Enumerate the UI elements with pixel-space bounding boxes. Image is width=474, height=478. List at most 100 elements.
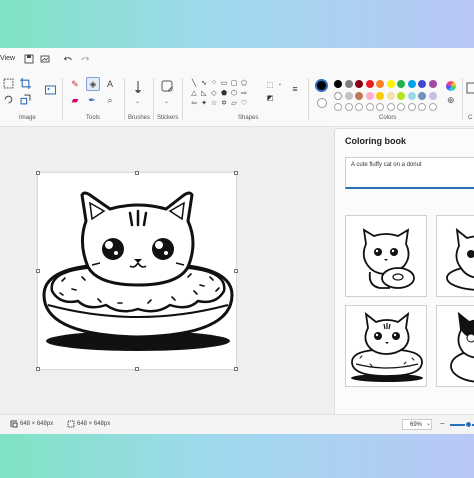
prompt-input[interactable]: A cute fluffy cat on a donut [345, 157, 474, 189]
coloring-result-2[interactable] [436, 215, 474, 297]
custom-color-slot[interactable] [386, 103, 395, 111]
diamond-shape-icon[interactable]: ◇ [210, 89, 218, 97]
palette-swatch[interactable] [428, 92, 437, 100]
color-wheel-icon[interactable] [446, 81, 456, 91]
rotate-icon[interactable] [3, 94, 14, 105]
palette-swatch[interactable] [407, 92, 416, 100]
palette-swatch[interactable] [376, 92, 384, 100]
custom-color-slot[interactable] [397, 103, 405, 111]
stroke-size-icon[interactable]: ≡ [291, 84, 299, 94]
rounded-rectangle-shape-icon[interactable]: ▢ [230, 79, 238, 87]
zoom-dropdown[interactable]: 69% ⌄ [402, 419, 432, 430]
palette-swatch[interactable] [334, 92, 342, 100]
group-label-colors: Colors [379, 115, 397, 121]
custom-color-slot[interactable] [344, 103, 353, 111]
coloring-result-4[interactable] [436, 305, 474, 387]
palette-swatch[interactable] [407, 80, 416, 88]
palette-swatch[interactable] [418, 80, 426, 88]
custom-color-slot[interactable] [365, 103, 374, 111]
star-shape-icon[interactable]: ☆ [210, 99, 218, 107]
palette-swatch[interactable] [355, 80, 363, 88]
six-point-star-shape-icon[interactable]: ✡ [220, 99, 228, 107]
custom-color-slot[interactable] [428, 103, 437, 111]
edit-colors-icon[interactable]: ⊕ [447, 95, 455, 106]
left-arrow-shape-icon[interactable]: ⇦ [190, 99, 198, 107]
eraser-icon[interactable]: ▰ [69, 94, 81, 106]
palette-swatch[interactable] [365, 92, 374, 100]
stickers-chevron-icon[interactable]: ⌄ [164, 98, 169, 105]
palette-swatch[interactable] [376, 80, 384, 88]
palette-swatch[interactable] [397, 92, 405, 100]
color-picker-icon[interactable]: ✒ [86, 94, 98, 106]
custom-color-slot[interactable] [376, 103, 384, 111]
canvas-resize-handle[interactable] [36, 269, 40, 273]
primary-color-swatch[interactable] [315, 79, 328, 92]
palette-swatch[interactable] [344, 92, 353, 100]
undo-icon[interactable] [63, 54, 73, 64]
right-triangle-shape-icon[interactable]: ◺ [200, 89, 208, 97]
zoom-out-icon[interactable]: − [440, 419, 445, 428]
canvas-resize-handle[interactable] [135, 171, 139, 175]
palette-swatch[interactable] [428, 80, 437, 88]
fill-bucket-icon[interactable]: ◈ [86, 77, 100, 91]
canvas-resize-handle[interactable] [135, 367, 139, 371]
palette-swatch[interactable] [344, 80, 353, 88]
magnifier-icon[interactable]: ⌕ [104, 94, 116, 106]
canvas-resize-handle[interactable] [234, 367, 238, 371]
custom-color-slot[interactable] [334, 103, 342, 111]
palette-swatch[interactable] [397, 80, 405, 88]
palette-swatch[interactable] [355, 92, 363, 100]
palette-swatch[interactable] [334, 80, 342, 88]
canvas-resize-handle[interactable] [234, 269, 238, 273]
polygon-shape-icon[interactable]: ⬠ [240, 79, 248, 87]
custom-color-slot[interactable] [355, 103, 363, 111]
cat-donut-thumbnail [446, 227, 474, 291]
shape-outline-icon[interactable]: ⬚ [266, 81, 274, 89]
coloring-result-3[interactable] [345, 305, 427, 387]
oval-shape-icon[interactable]: ○ [210, 79, 218, 86]
brushes-chevron-icon[interactable]: ⌄ [135, 98, 140, 105]
redo-icon[interactable] [80, 54, 90, 64]
crop-icon[interactable] [20, 78, 31, 89]
callout-shape-icon[interactable]: ▱ [230, 99, 238, 107]
palette-swatch[interactable] [365, 80, 374, 88]
canvas-resize-handle[interactable] [36, 367, 40, 371]
layers-icon[interactable] [466, 82, 474, 96]
ribbon: Image ✎ ◈ A ▰ ✒ ⌕ Tools ⌄ Brushes ⌄ Stic… [0, 72, 474, 127]
image-properties-icon[interactable] [40, 54, 50, 64]
heart-shape-icon[interactable]: ♡ [240, 99, 248, 107]
canvas-resize-handle[interactable] [36, 171, 40, 175]
secondary-color-swatch[interactable] [317, 98, 327, 108]
coloring-result-1[interactable] [345, 215, 427, 297]
custom-color-slot[interactable] [418, 103, 426, 111]
custom-color-slot[interactable] [407, 103, 416, 111]
line-shape-icon[interactable]: ╲ [190, 79, 198, 87]
drawing-canvas[interactable] [38, 173, 236, 369]
right-arrow-shape-icon[interactable]: ⇨ [240, 89, 248, 97]
text-tool-icon[interactable]: A [104, 78, 116, 90]
resize-icon[interactable] [20, 94, 31, 105]
palette-swatch[interactable] [386, 80, 395, 88]
four-point-star-shape-icon[interactable]: ✦ [200, 99, 208, 107]
group-label-tools: Tools [86, 115, 101, 121]
select-icon[interactable] [3, 78, 14, 89]
rectangle-shape-icon[interactable]: ▭ [220, 79, 228, 87]
palette-swatch[interactable] [418, 92, 426, 100]
curve-shape-icon[interactable]: ∿ [200, 79, 208, 87]
brush-icon[interactable] [132, 80, 144, 96]
pencil-icon[interactable]: ✎ [69, 78, 81, 90]
menu-view[interactable]: View [0, 55, 15, 62]
zoom-slider-thumb[interactable] [465, 421, 472, 428]
palette-swatch[interactable] [386, 92, 395, 100]
triangle-shape-icon[interactable]: △ [190, 89, 198, 97]
image-edit-icon[interactable] [44, 84, 57, 96]
canvas-resize-handle[interactable] [234, 171, 238, 175]
hexagon-shape-icon[interactable]: ⬡ [230, 89, 238, 97]
outline-chevron-icon[interactable]: ⌄ [276, 81, 284, 87]
pentagon-shape-icon[interactable]: ⬟ [220, 89, 228, 97]
paint-window: View Image ✎ ◈ A ▰ ✒ ⌕ Tools ⌄ Brushes ⌄… [0, 48, 474, 434]
sticker-icon[interactable] [161, 80, 173, 92]
shape-fill-icon[interactable]: ◩ [266, 94, 274, 102]
ribbon-divider [153, 78, 154, 120]
save-icon[interactable] [24, 54, 34, 64]
